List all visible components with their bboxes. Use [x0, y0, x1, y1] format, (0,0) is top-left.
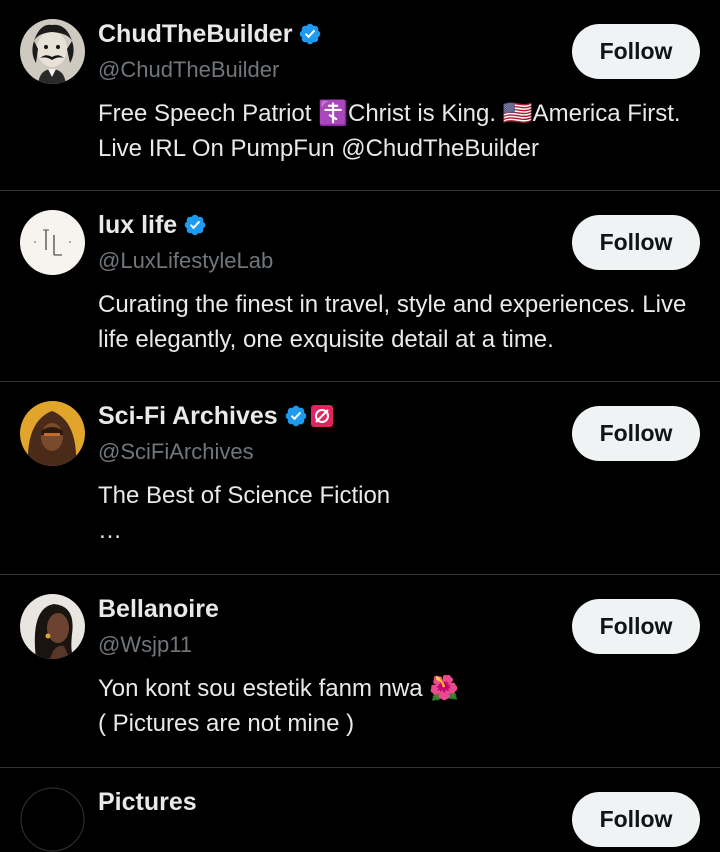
user-cell[interactable]: Sci-Fi Archives @SciFiArchives The Best … [0, 382, 720, 575]
mustache-man-portrait-icon [20, 19, 85, 84]
avatar[interactable] [20, 594, 85, 659]
user-name-row[interactable]: lux life [98, 209, 207, 241]
user-handle: @ChudTheBuilder [98, 57, 280, 82]
avatar[interactable] [20, 787, 85, 852]
avatar[interactable] [20, 401, 85, 466]
verified-badge-icon [284, 404, 308, 428]
red-slashed-circle-badge-icon [310, 404, 334, 428]
user-handle: @SciFiArchives [98, 439, 254, 464]
ll-monogram-logo-icon [20, 210, 85, 275]
user-name[interactable]: Pictures [98, 786, 197, 818]
verified-badge-icon [183, 213, 207, 237]
user-name-row[interactable]: Bellanoire [98, 593, 219, 625]
user-name-row[interactable]: ChudTheBuilder [98, 18, 322, 50]
user-cell[interactable]: lux life @LuxLifestyleLab Curating the f… [0, 191, 720, 382]
user-bio: Curating the finest in travel, style and… [98, 291, 687, 353]
dark-avatar-icon [20, 787, 85, 852]
follow-button[interactable]: Follow [572, 792, 700, 847]
user-bio: The Best of Science Fiction … [98, 482, 391, 544]
user-name[interactable]: Sci-Fi Archives [98, 400, 278, 432]
user-bio: Free Speech Patriot ☦️Christ is King. 🇺🇸… [98, 100, 681, 162]
avatar[interactable] [20, 210, 85, 275]
user-name[interactable]: lux life [98, 209, 177, 241]
user-name[interactable]: Bellanoire [98, 593, 219, 625]
user-bio: Yon kont sou estetik fanm nwa 🌺 ( Pictur… [98, 675, 460, 737]
user-handle: @Wsjp11 [98, 632, 193, 657]
user-cell[interactable]: Bellanoire @Wsjp11 Yon kont sou estetik … [0, 575, 720, 768]
follow-button[interactable]: Follow [572, 24, 700, 79]
user-name-row[interactable]: Sci-Fi Archives [98, 400, 334, 432]
user-cell[interactable]: Pictures Follow [0, 768, 720, 852]
user-name-row[interactable]: Pictures [98, 786, 197, 818]
follow-button[interactable]: Follow [572, 599, 700, 654]
user-name[interactable]: ChudTheBuilder [98, 18, 292, 50]
user-cell[interactable]: ChudTheBuilder @ChudTheBuilder Free Spee… [0, 0, 720, 191]
follow-button[interactable]: Follow [572, 406, 700, 461]
verified-badge-icon [298, 22, 322, 46]
hooded-figure-portrait-icon [20, 401, 85, 466]
woman-portrait-icon [20, 594, 85, 659]
follow-button[interactable]: Follow [572, 215, 700, 270]
user-handle: @LuxLifestyleLab [98, 248, 274, 273]
avatar[interactable] [20, 19, 85, 84]
who-to-follow-list: ChudTheBuilder @ChudTheBuilder Free Spee… [0, 0, 720, 852]
